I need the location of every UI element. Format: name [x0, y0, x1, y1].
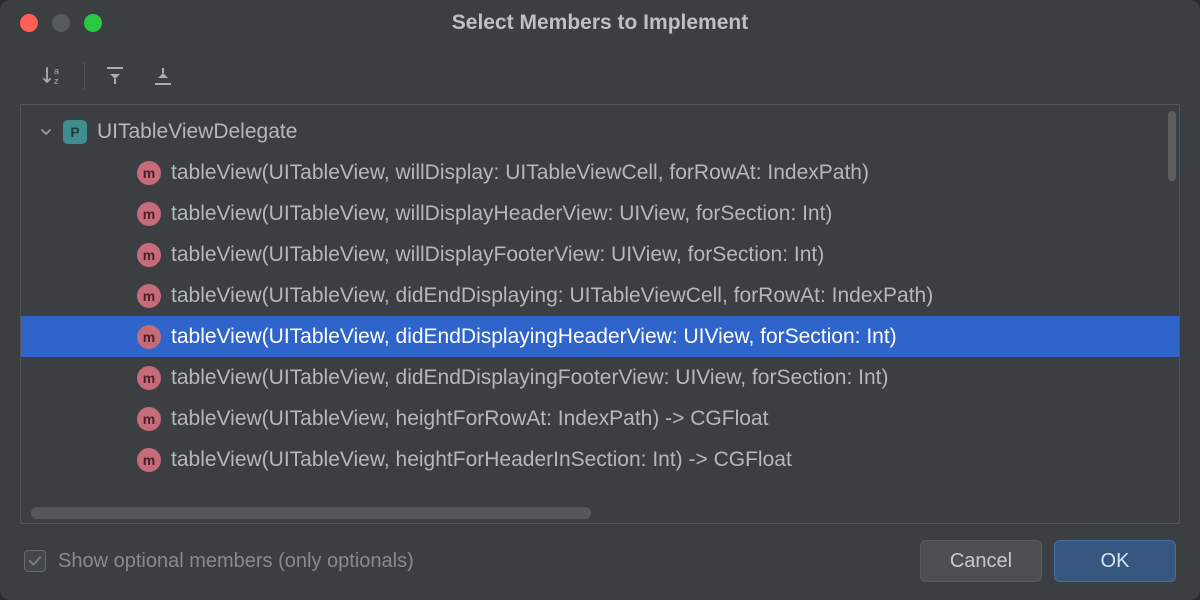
zoom-window-button[interactable]	[84, 14, 102, 32]
method-signature: tableView(UITableView, heightForRowAt: I…	[171, 407, 768, 431]
method-row[interactable]: m tableView(UITableView, willDisplayHeade…	[21, 193, 1179, 234]
collapse-all-button[interactable]	[147, 60, 179, 92]
method-row[interactable]: m tableView(UITableView, willDisplayFoote…	[21, 234, 1179, 275]
collapse-all-icon	[152, 65, 174, 87]
method-badge-icon: m	[137, 407, 161, 431]
ok-button[interactable]: OK	[1054, 540, 1176, 582]
window-title: Select Members to Implement	[0, 11, 1200, 35]
method-signature: tableView(UITableView, willDisplay: UITa…	[171, 161, 869, 185]
method-row[interactable]: m tableView(UITableView, didEndDisplaying…	[21, 316, 1179, 357]
method-row[interactable]: m tableView(UITableView, didEndDisplaying…	[21, 275, 1179, 316]
sort-alphabetically-button[interactable]: a z	[38, 60, 70, 92]
show-optional-checkbox	[24, 550, 46, 572]
svg-text:a: a	[54, 66, 59, 76]
method-row[interactable]: m tableView(UITableView, willDisplay: UIT…	[21, 152, 1179, 193]
method-row[interactable]: m tableView(UITableView, didEndDisplaying…	[21, 357, 1179, 398]
method-badge-icon: m	[137, 366, 161, 390]
show-optional-label: Show optional members (only optionals)	[58, 550, 414, 573]
toolbar-separator	[84, 62, 85, 90]
expand-all-button[interactable]	[99, 60, 131, 92]
method-badge-icon: m	[137, 243, 161, 267]
titlebar: Select Members to Implement	[0, 0, 1200, 46]
method-signature: tableView(UITableView, didEndDisplayingH…	[171, 325, 897, 349]
method-badge-icon: m	[137, 448, 161, 472]
dialog-window: Select Members to Implement a z	[0, 0, 1200, 600]
check-icon	[27, 553, 43, 569]
svg-text:z: z	[54, 76, 59, 86]
close-window-button[interactable]	[20, 14, 38, 32]
method-badge-icon: m	[137, 161, 161, 185]
method-signature: tableView(UITableView, willDisplayFooter…	[171, 243, 824, 267]
method-badge-icon: m	[137, 202, 161, 226]
window-controls	[0, 14, 102, 32]
sort-alpha-icon: a z	[42, 64, 66, 88]
horizontal-scrollbar[interactable]	[31, 507, 591, 519]
protocol-row[interactable]: P UITableViewDelegate	[21, 111, 1179, 152]
chevron-down-icon	[37, 126, 55, 138]
method-signature: tableView(UITableView, willDisplayHeader…	[171, 202, 832, 226]
method-signature: tableView(UITableView, didEndDisplaying:…	[171, 284, 933, 308]
protocol-name: UITableViewDelegate	[97, 120, 297, 144]
toolbar: a z	[0, 46, 1200, 104]
method-badge-icon: m	[137, 325, 161, 349]
members-tree[interactable]: P UITableViewDelegate m tableView(UITableVi…	[21, 105, 1179, 523]
method-signature: tableView(UITableView, heightForHeaderIn…	[171, 448, 792, 472]
expand-all-icon	[104, 65, 126, 87]
protocol-badge-icon: P	[63, 120, 87, 144]
method-signature: tableView(UITableView, didEndDisplayingF…	[171, 366, 889, 390]
cancel-button[interactable]: Cancel	[920, 540, 1042, 582]
members-tree-frame: P UITableViewDelegate m tableView(UITableVi…	[20, 104, 1180, 524]
vertical-scrollbar[interactable]	[1168, 111, 1176, 181]
dialog-footer: Show optional members (only optionals) C…	[0, 524, 1200, 600]
method-row[interactable]: m tableView(UITableView, heightForRowAt: …	[21, 398, 1179, 439]
method-row[interactable]: m tableView(UITableView, heightForHeaderI…	[21, 439, 1179, 480]
minimize-window-button[interactable]	[52, 14, 70, 32]
method-badge-icon: m	[137, 284, 161, 308]
